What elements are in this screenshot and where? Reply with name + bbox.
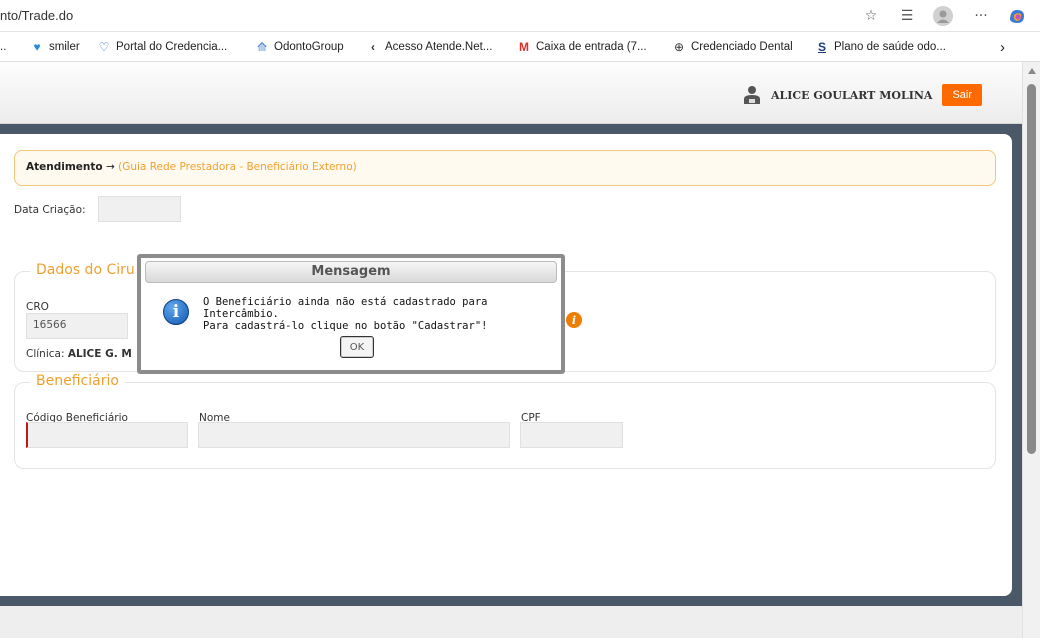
breadcrumb-sub: (Guia Rede Prestadora - Beneficiário Ext… <box>118 161 357 173</box>
info-icon[interactable]: i <box>566 312 582 328</box>
dialog-message-line: O Beneficiário ainda não está cadastrado… <box>203 296 488 320</box>
page-header: ALICE GOULART MOLINA Sair <box>0 62 1022 124</box>
gmail-icon: M <box>519 40 529 54</box>
clinic-value: ALICE G. M <box>67 348 132 360</box>
bookmarks-bar: .. ♥ smiler ♡ Portal do Credencia... ⟰ Odon… <box>0 32 1040 62</box>
bookmark-odontogroup[interactable]: ⟰ OdontoGroup <box>255 39 344 55</box>
chevron-left-icon: ‹ <box>371 40 375 54</box>
browser-address-bar: nto/Trade.do ☆ ☰ ··· <box>0 0 1040 32</box>
cro-field[interactable]: 16566 <box>26 313 128 339</box>
bookmark-smiler[interactable]: ♥ smiler <box>30 39 80 55</box>
clinic-label: Clínica: <box>26 348 65 360</box>
cpf-field[interactable] <box>520 422 623 448</box>
beneficiary-code-field[interactable] <box>26 422 188 448</box>
bookmark-plano-saude[interactable]: S Plano de saúde odo... <box>815 39 946 55</box>
heart-icon: ♡ <box>98 40 110 54</box>
ok-button[interactable]: OK <box>340 336 374 358</box>
dialog-message: O Beneficiário ainda não está cadastrado… <box>203 296 561 332</box>
clinic-line: Clínica: ALICE G. M <box>26 348 132 360</box>
address-url[interactable]: nto/Trade.do <box>0 8 73 23</box>
user-area: ALICE GOULART MOLINA Sair <box>743 84 982 106</box>
scroll-up-arrow-icon[interactable] <box>1028 68 1036 74</box>
user-name: ALICE GOULART MOLINA <box>771 88 933 102</box>
page-footer-area <box>0 606 1022 638</box>
bookmarks-overflow-chevron-icon[interactable]: › <box>1000 39 1005 56</box>
more-menu-icon[interactable]: ··· <box>970 5 992 27</box>
beneficiary-section-legend: Beneficiário <box>30 373 125 389</box>
dialog-message-line: Para cadastrá-lo clique no botão "Cadast… <box>203 320 488 332</box>
creation-date-field <box>98 196 181 222</box>
breadcrumb-arrow: → <box>105 161 115 173</box>
bookmark-label: Acesso Atende.Net... <box>385 41 493 53</box>
beneficiary-name-field[interactable] <box>198 422 510 448</box>
tooth-icon: ♥ <box>33 40 41 54</box>
bookmark-label: Credenciado Dental <box>691 41 793 53</box>
bookmark-label: OdontoGroup <box>274 41 344 53</box>
bookmark-credenciado-dental[interactable]: ⊕ Credenciado Dental <box>672 39 793 55</box>
cro-label: CRO <box>26 301 49 313</box>
logout-button[interactable]: Sair <box>942 84 982 106</box>
bookmark-gmail[interactable]: M Caixa de entrada (7... <box>517 39 647 55</box>
bookmarks-overflow-left[interactable]: .. <box>0 39 6 55</box>
bookmark-label: Caixa de entrada (7... <box>536 41 647 53</box>
scrollbar-thumb[interactable] <box>1027 84 1036 454</box>
favorites-list-icon[interactable]: ☰ <box>896 5 918 27</box>
vertical-scrollbar[interactable] <box>1022 62 1040 638</box>
profile-avatar-icon[interactable] <box>932 5 954 27</box>
user-icon <box>743 85 761 105</box>
breadcrumb-main[interactable]: Atendimento <box>26 161 103 173</box>
creation-date-label: Data Criação: <box>14 204 86 216</box>
globe-icon: ⊕ <box>673 40 685 54</box>
odontogroup-icon: ⟰ <box>256 40 268 54</box>
info-icon: i <box>163 299 189 325</box>
copilot-icon[interactable] <box>1006 5 1028 27</box>
page-viewport: ALICE GOULART MOLINA Sair Atendimento → … <box>0 62 1022 638</box>
bookmark-portal-credencia[interactable]: ♡ Portal do Credencia... <box>97 39 228 55</box>
favorite-star-icon[interactable]: ☆ <box>860 5 882 27</box>
bookmark-acesso-atende[interactable]: ‹ Acesso Atende.Net... <box>366 39 492 55</box>
surgeon-section-legend: Dados do Ciru <box>30 262 141 278</box>
message-dialog: Mensagem i O Beneficiário ainda não está… <box>137 254 565 374</box>
dialog-title[interactable]: Mensagem <box>145 261 557 283</box>
bookmark-label: smiler <box>49 41 80 53</box>
bookmark-label: Plano de saúde odo... <box>834 41 946 53</box>
s-logo-icon: S <box>817 40 826 54</box>
bookmark-label: Portal do Credencia... <box>116 41 228 53</box>
breadcrumb: Atendimento → (Guia Rede Prestadora - Be… <box>14 150 996 186</box>
